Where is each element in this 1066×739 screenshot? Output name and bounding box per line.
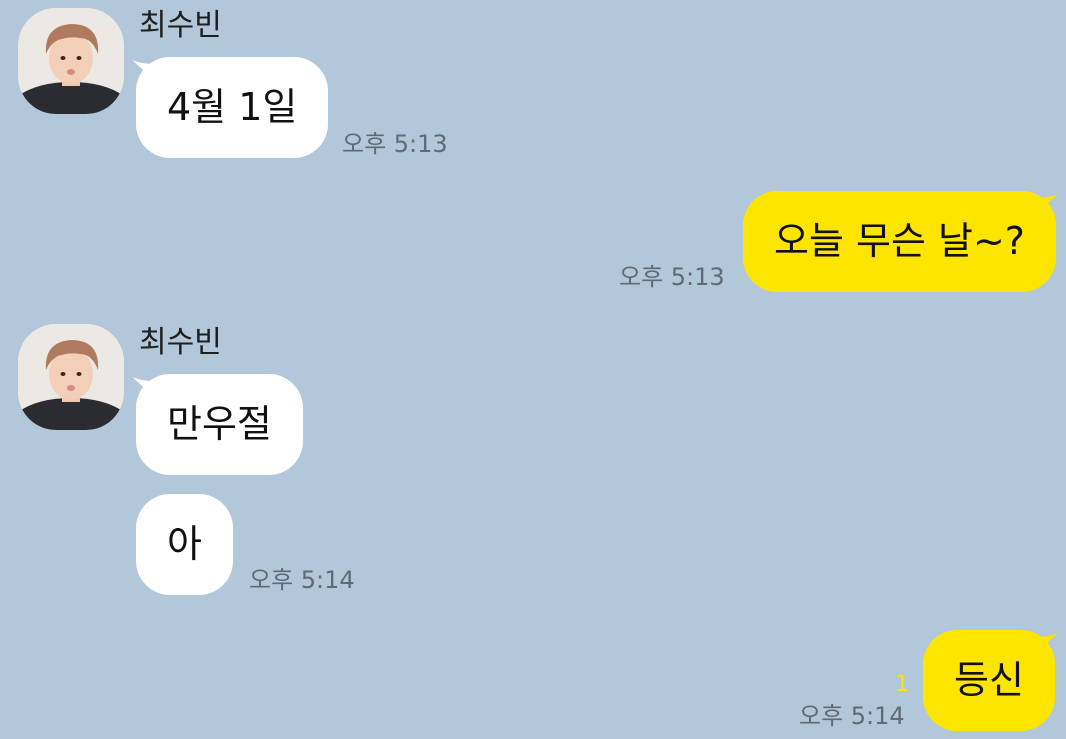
message-time: 오후 5:14 [249,566,355,594]
sender-name: 최수빈 [139,8,222,43]
bubble-tail-icon [1036,194,1058,216]
unread-count: 1 [895,672,909,697]
incoming-message-bubble[interactable]: 아 [136,494,233,595]
profile-avatar[interactable] [18,324,124,430]
message-time: 오후 5:13 [619,263,725,291]
person-photo-icon [18,8,124,114]
profile-avatar[interactable] [18,8,124,114]
message-time: 오후 5:13 [342,130,448,158]
outgoing-message-bubble[interactable]: 오늘 무슨 날~? [743,191,1056,292]
chat-message-list[interactable]: 최수빈 4월 1일 오후 5:13 오후 5:13 오늘 무슨 날~? 최수빈 … [0,0,1066,739]
incoming-message-bubble[interactable]: 4월 1일 [136,57,329,158]
bubble-tail-icon [1036,633,1058,655]
sender-name: 최수빈 [139,325,222,360]
incoming-message-bubble[interactable]: 만우절 [136,374,303,475]
person-photo-icon [18,324,124,430]
message-time: 오후 5:14 [799,702,905,730]
